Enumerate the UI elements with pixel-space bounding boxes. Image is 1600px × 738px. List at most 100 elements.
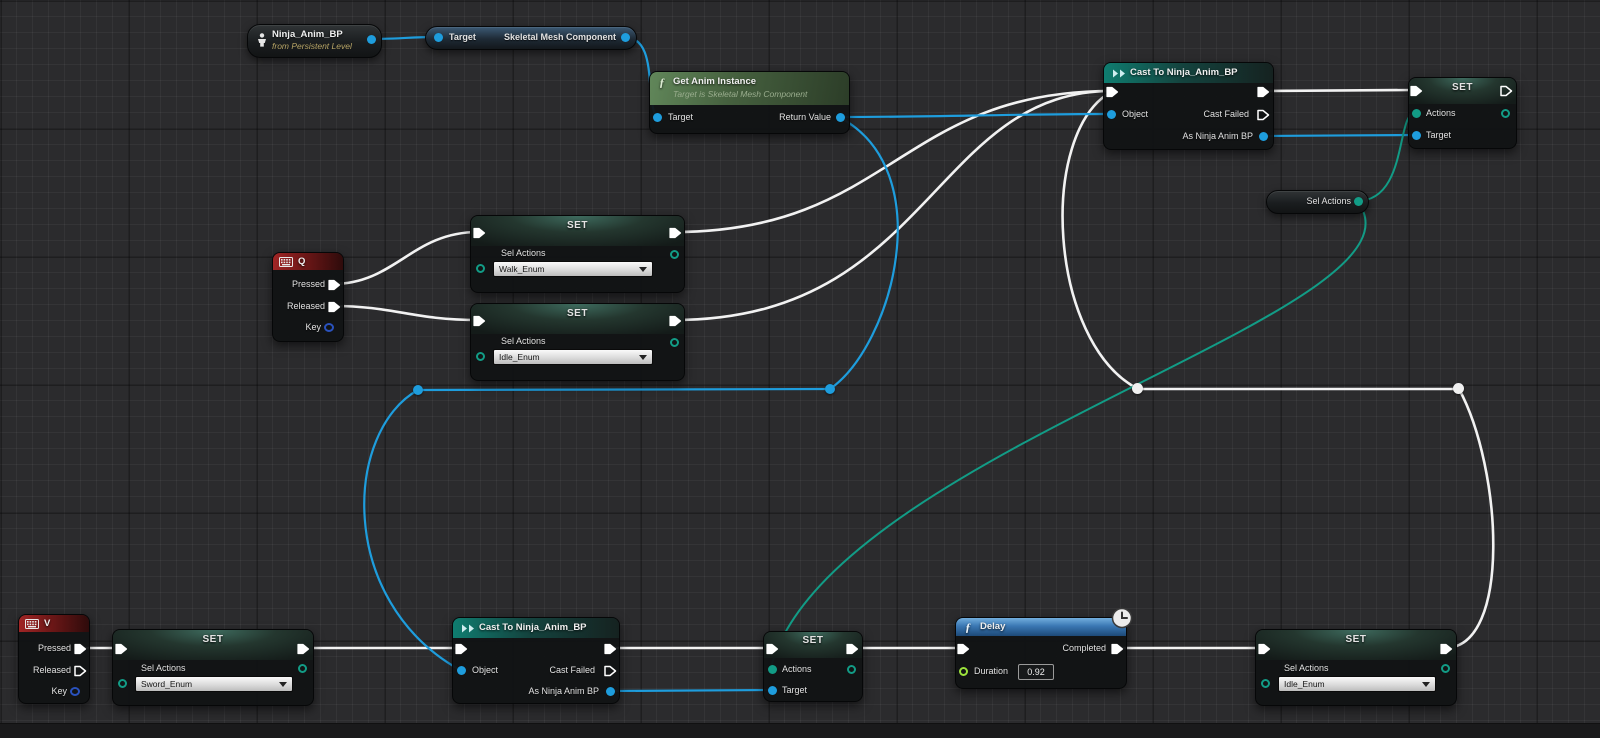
exec-out-pin[interactable] (297, 643, 310, 655)
wire-exec-casttop-settr (1260, 88, 1417, 93)
wire-exec-setbr-reroute (1443, 387, 1495, 650)
node-cast-to-ninja-anim-bp-top[interactable]: Cast To Ninja_Anim_BP Object Cast Failed… (1103, 62, 1274, 150)
key-label: Key (305, 322, 321, 332)
key-out-pin[interactable] (70, 687, 80, 696)
exec-out-pin[interactable] (604, 643, 617, 655)
node-ninja-anim-bp-getter[interactable]: Ninja_Anim_BP from Persistent Level (247, 24, 382, 58)
exec-in-pin[interactable] (473, 315, 486, 327)
actions-in-pin[interactable] (1412, 109, 1421, 118)
wire-obj-return-reroute (828, 115, 899, 391)
enum-out-pin[interactable] (298, 664, 307, 673)
node-title: SET (567, 308, 588, 319)
exec-in-pin[interactable] (766, 643, 779, 655)
node-set-actions-mid[interactable]: SET Actions Target (763, 631, 863, 702)
reroute-node-exec-left[interactable] (1132, 383, 1143, 394)
as-ninja-anim-bp-label: As Ninja Anim BP (528, 686, 599, 696)
node-get-anim-instance[interactable]: ƒ Get Anim Instance Target is Skeletal M… (649, 71, 850, 134)
exec-in-pin[interactable] (455, 643, 468, 655)
exec-out-pin[interactable] (1440, 643, 1453, 655)
enum-in-pin[interactable] (118, 679, 127, 688)
reroute-node-exec-right[interactable] (1453, 383, 1464, 394)
as-ninja-anim-bp-out-pin[interactable] (1259, 132, 1268, 141)
exec-out-pin[interactable] (1500, 85, 1513, 97)
exec-in-pin[interactable] (1410, 85, 1423, 97)
enum-dropdown[interactable]: Sword_Enum (135, 676, 293, 692)
blueprint-canvas[interactable]: Ninja_Anim_BP from Persistent Level Targ… (0, 0, 1600, 738)
exec-out-pin[interactable] (1257, 86, 1270, 98)
released-exec-out-pin[interactable] (328, 301, 341, 313)
target-in-pin[interactable] (768, 686, 777, 695)
target-in-pin[interactable] (653, 113, 662, 122)
completed-exec-out-pin[interactable] (1111, 643, 1124, 655)
enum-dropdown[interactable]: Idle_Enum (1278, 676, 1436, 692)
enum-out-pin[interactable] (1354, 197, 1363, 206)
pressed-exec-out-pin[interactable] (74, 643, 87, 655)
return-value-out-pin[interactable] (836, 113, 845, 122)
duration-in-pin[interactable] (959, 667, 968, 676)
exec-out-pin[interactable] (846, 643, 859, 655)
node-set-idle-enum-bottom-right[interactable]: SET Sel Actions Idle_Enum (1255, 629, 1457, 706)
object-in-pin[interactable] (434, 33, 443, 42)
enum-in-pin[interactable] (476, 264, 485, 273)
node-key-event-q[interactable]: Q Pressed Released Key (272, 252, 344, 342)
as-ninja-anim-bp-out-pin[interactable] (606, 687, 615, 696)
duration-input[interactable]: 0.92 (1018, 664, 1054, 680)
wire-obj-reroute-castbottom (363, 388, 462, 672)
actions-in-pin[interactable] (768, 665, 777, 674)
exec-in-pin[interactable] (115, 643, 128, 655)
node-skeletal-mesh-component[interactable]: Target Skeletal Mesh Component (425, 26, 637, 50)
node-header[interactable]: ƒ Delay (956, 618, 1126, 636)
pressed-exec-out-pin[interactable] (328, 279, 341, 291)
exec-in-pin[interactable] (957, 643, 970, 655)
wire-enum-selactions-settr (1356, 112, 1416, 202)
actions-out-pin[interactable] (1501, 109, 1510, 118)
node-set-idle-enum-mid[interactable]: SET Sel Actions Idle_Enum (470, 303, 685, 381)
node-key-event-v[interactable]: V Pressed Released Key (18, 614, 90, 704)
exec-in-pin[interactable] (1106, 86, 1119, 98)
reroute-node-blue-left[interactable] (413, 385, 423, 395)
enum-out-pin[interactable] (1441, 664, 1450, 673)
node-cast-to-ninja-anim-bp-bottom[interactable]: Cast To Ninja_Anim_BP Object Cast Failed… (452, 617, 620, 704)
reroute-node-blue-right[interactable] (825, 384, 835, 394)
object-out-pin[interactable] (621, 33, 630, 42)
exec-out-pin[interactable] (669, 315, 682, 327)
exec-in-pin[interactable] (473, 227, 486, 239)
enum-out-pin[interactable] (670, 338, 679, 347)
cast-failed-exec-out-pin[interactable] (604, 665, 617, 677)
actions-out-pin[interactable] (847, 665, 856, 674)
target-pin-label: Target (782, 685, 808, 695)
object-in-pin[interactable] (457, 666, 466, 675)
enum-in-pin[interactable] (1261, 679, 1270, 688)
node-title: V (44, 618, 51, 629)
node-set-top-right[interactable]: SET Actions Target (1408, 77, 1517, 149)
dropdown-arrow-icon (639, 267, 647, 276)
exec-in-pin[interactable] (1258, 643, 1271, 655)
object-in-pin[interactable] (1107, 110, 1116, 119)
node-header[interactable]: Cast To Ninja_Anim_BP (453, 618, 619, 638)
enum-in-pin[interactable] (476, 352, 485, 361)
cast-icon (462, 624, 474, 633)
enum-dropdown[interactable]: Idle_Enum (493, 349, 653, 365)
node-header[interactable]: Cast To Ninja_Anim_BP (1104, 63, 1273, 83)
node-set-sword-enum[interactable]: SET Sel Actions Sword_Enum (112, 629, 314, 706)
canvas-bottom-edge (0, 723, 1600, 738)
keyboard-icon (25, 619, 39, 629)
enum-dropdown[interactable]: Walk_Enum (493, 261, 653, 277)
enum-out-pin[interactable] (670, 250, 679, 259)
node-sel-actions-getter[interactable]: Sel Actions (1266, 190, 1369, 214)
node-header[interactable]: ƒ Get Anim Instance Target is Skeletal M… (650, 72, 849, 105)
node-header[interactable]: Q (273, 253, 343, 270)
node-set-walk-enum[interactable]: SET Sel Actions Walk_Enum (470, 215, 685, 293)
target-in-pin[interactable] (1412, 131, 1421, 140)
object-out-pin[interactable] (367, 35, 376, 44)
node-delay[interactable]: ƒ Delay Completed Duration 0.92 (955, 607, 1133, 689)
object-pin-label: Object (472, 665, 499, 675)
sel-actions-label: Sel Actions (501, 248, 546, 258)
key-out-pin[interactable] (324, 323, 334, 332)
cast-failed-exec-out-pin[interactable] (1257, 109, 1270, 121)
node-subtitle: from Persistent Level (272, 41, 352, 51)
exec-out-pin[interactable] (669, 227, 682, 239)
released-exec-out-pin[interactable] (74, 665, 87, 677)
node-header[interactable]: V (19, 615, 89, 632)
enum-dropdown-value: Idle_Enum (499, 352, 540, 362)
